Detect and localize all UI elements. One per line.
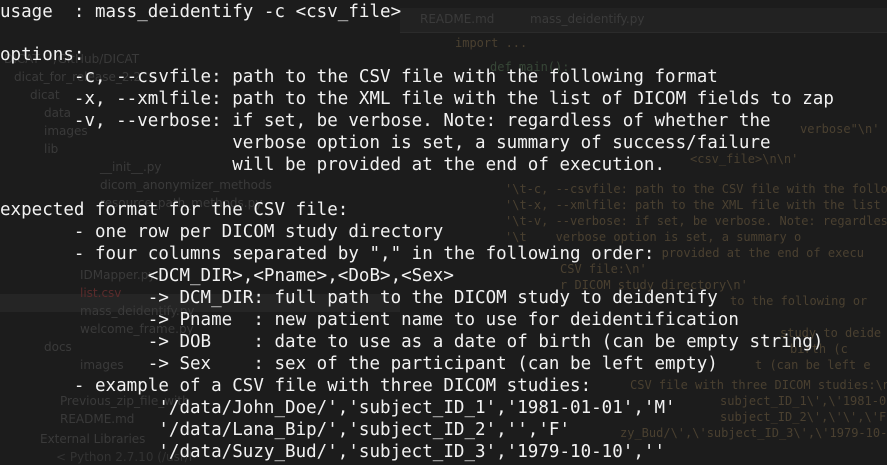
example-row: '/data/John_Doe/','subject_ID_1','1981-0… <box>0 398 676 418</box>
tree-item[interactable]: dicom_anonymizer_methods <box>100 178 272 192</box>
format-column-desc: -> DOB : date to use as a date of birth … <box>0 332 824 352</box>
code-line: import ... <box>455 36 528 50</box>
format-heading: expected format for the CSV file: <box>0 200 349 220</box>
code-line: CSV file with three DICOM studies:\n <box>630 378 887 392</box>
format-item: - one row per DICOM study directory <box>0 222 444 242</box>
example-row: '/data/Suzy_Bud/','subject_ID_3','1979-1… <box>0 442 666 462</box>
code-line: '\t-v, --verbose: if set, be verbose. No… <box>505 214 887 228</box>
option-xmlfile: -x, --xmlfile: path to the XML file with… <box>0 89 834 109</box>
option-verbose-3: will be provided at the end of execution… <box>0 155 666 175</box>
code-line: subject_ID_1\',\'1981-0 <box>720 394 887 408</box>
option-verbose: -v, --verbose: if set, be verbose. Note:… <box>0 111 771 131</box>
code-line: t (can be left e <box>755 358 871 372</box>
format-column-desc: -> Sex : sex of the participant (can be … <box>0 354 718 374</box>
format-item: - four columns separated by "," in the f… <box>0 244 655 264</box>
code-line: subject_ID_2\',\'\',\'F\' <box>720 410 887 424</box>
code-line: provided at the end of execu <box>640 246 864 260</box>
example-row: '/data/Lana_Bip/','subject_ID_2','','F' <box>0 420 571 440</box>
option-verbose-2: verbose option is set, a summary of succ… <box>0 133 771 153</box>
format-column-desc: -> Pname : new patient name to use for d… <box>0 310 739 330</box>
format-columns: <DCM_DIR>,<Pname>,<DoB>,<Sex> <box>0 266 454 286</box>
usage-line: usage : mass_deidentify -c <csv_file> <box>0 2 402 22</box>
options-heading: options: <box>0 45 85 65</box>
tab-readme[interactable]: README.md <box>420 12 494 26</box>
format-column-desc: -> DCM_DIR: full path to the DICOM study… <box>0 288 718 308</box>
code-line: zy_Bud/\',\'subject_ID_3\',\'1979-10- <box>620 426 887 440</box>
code-line: '\t-c, --csvfile: path to the CSV file w… <box>505 182 887 196</box>
code-line: '\t-x, --xmlfile: path to the XML file w… <box>505 198 887 212</box>
code-line: '\t verbose option is set, a summary o <box>505 230 802 244</box>
example-heading: - example of a CSV file with three DICOM… <box>0 376 592 396</box>
editor-tab-bar: README.md mass_deidentify.py <box>400 8 887 33</box>
tab-mass-deidentify[interactable]: mass_deidentify.py <box>530 12 644 26</box>
code-line: verbose"\n' <box>800 122 880 136</box>
code-line: to the following or <box>730 294 868 308</box>
option-csvfile: -c, --csvfile: path to the CSV file with… <box>0 67 718 87</box>
